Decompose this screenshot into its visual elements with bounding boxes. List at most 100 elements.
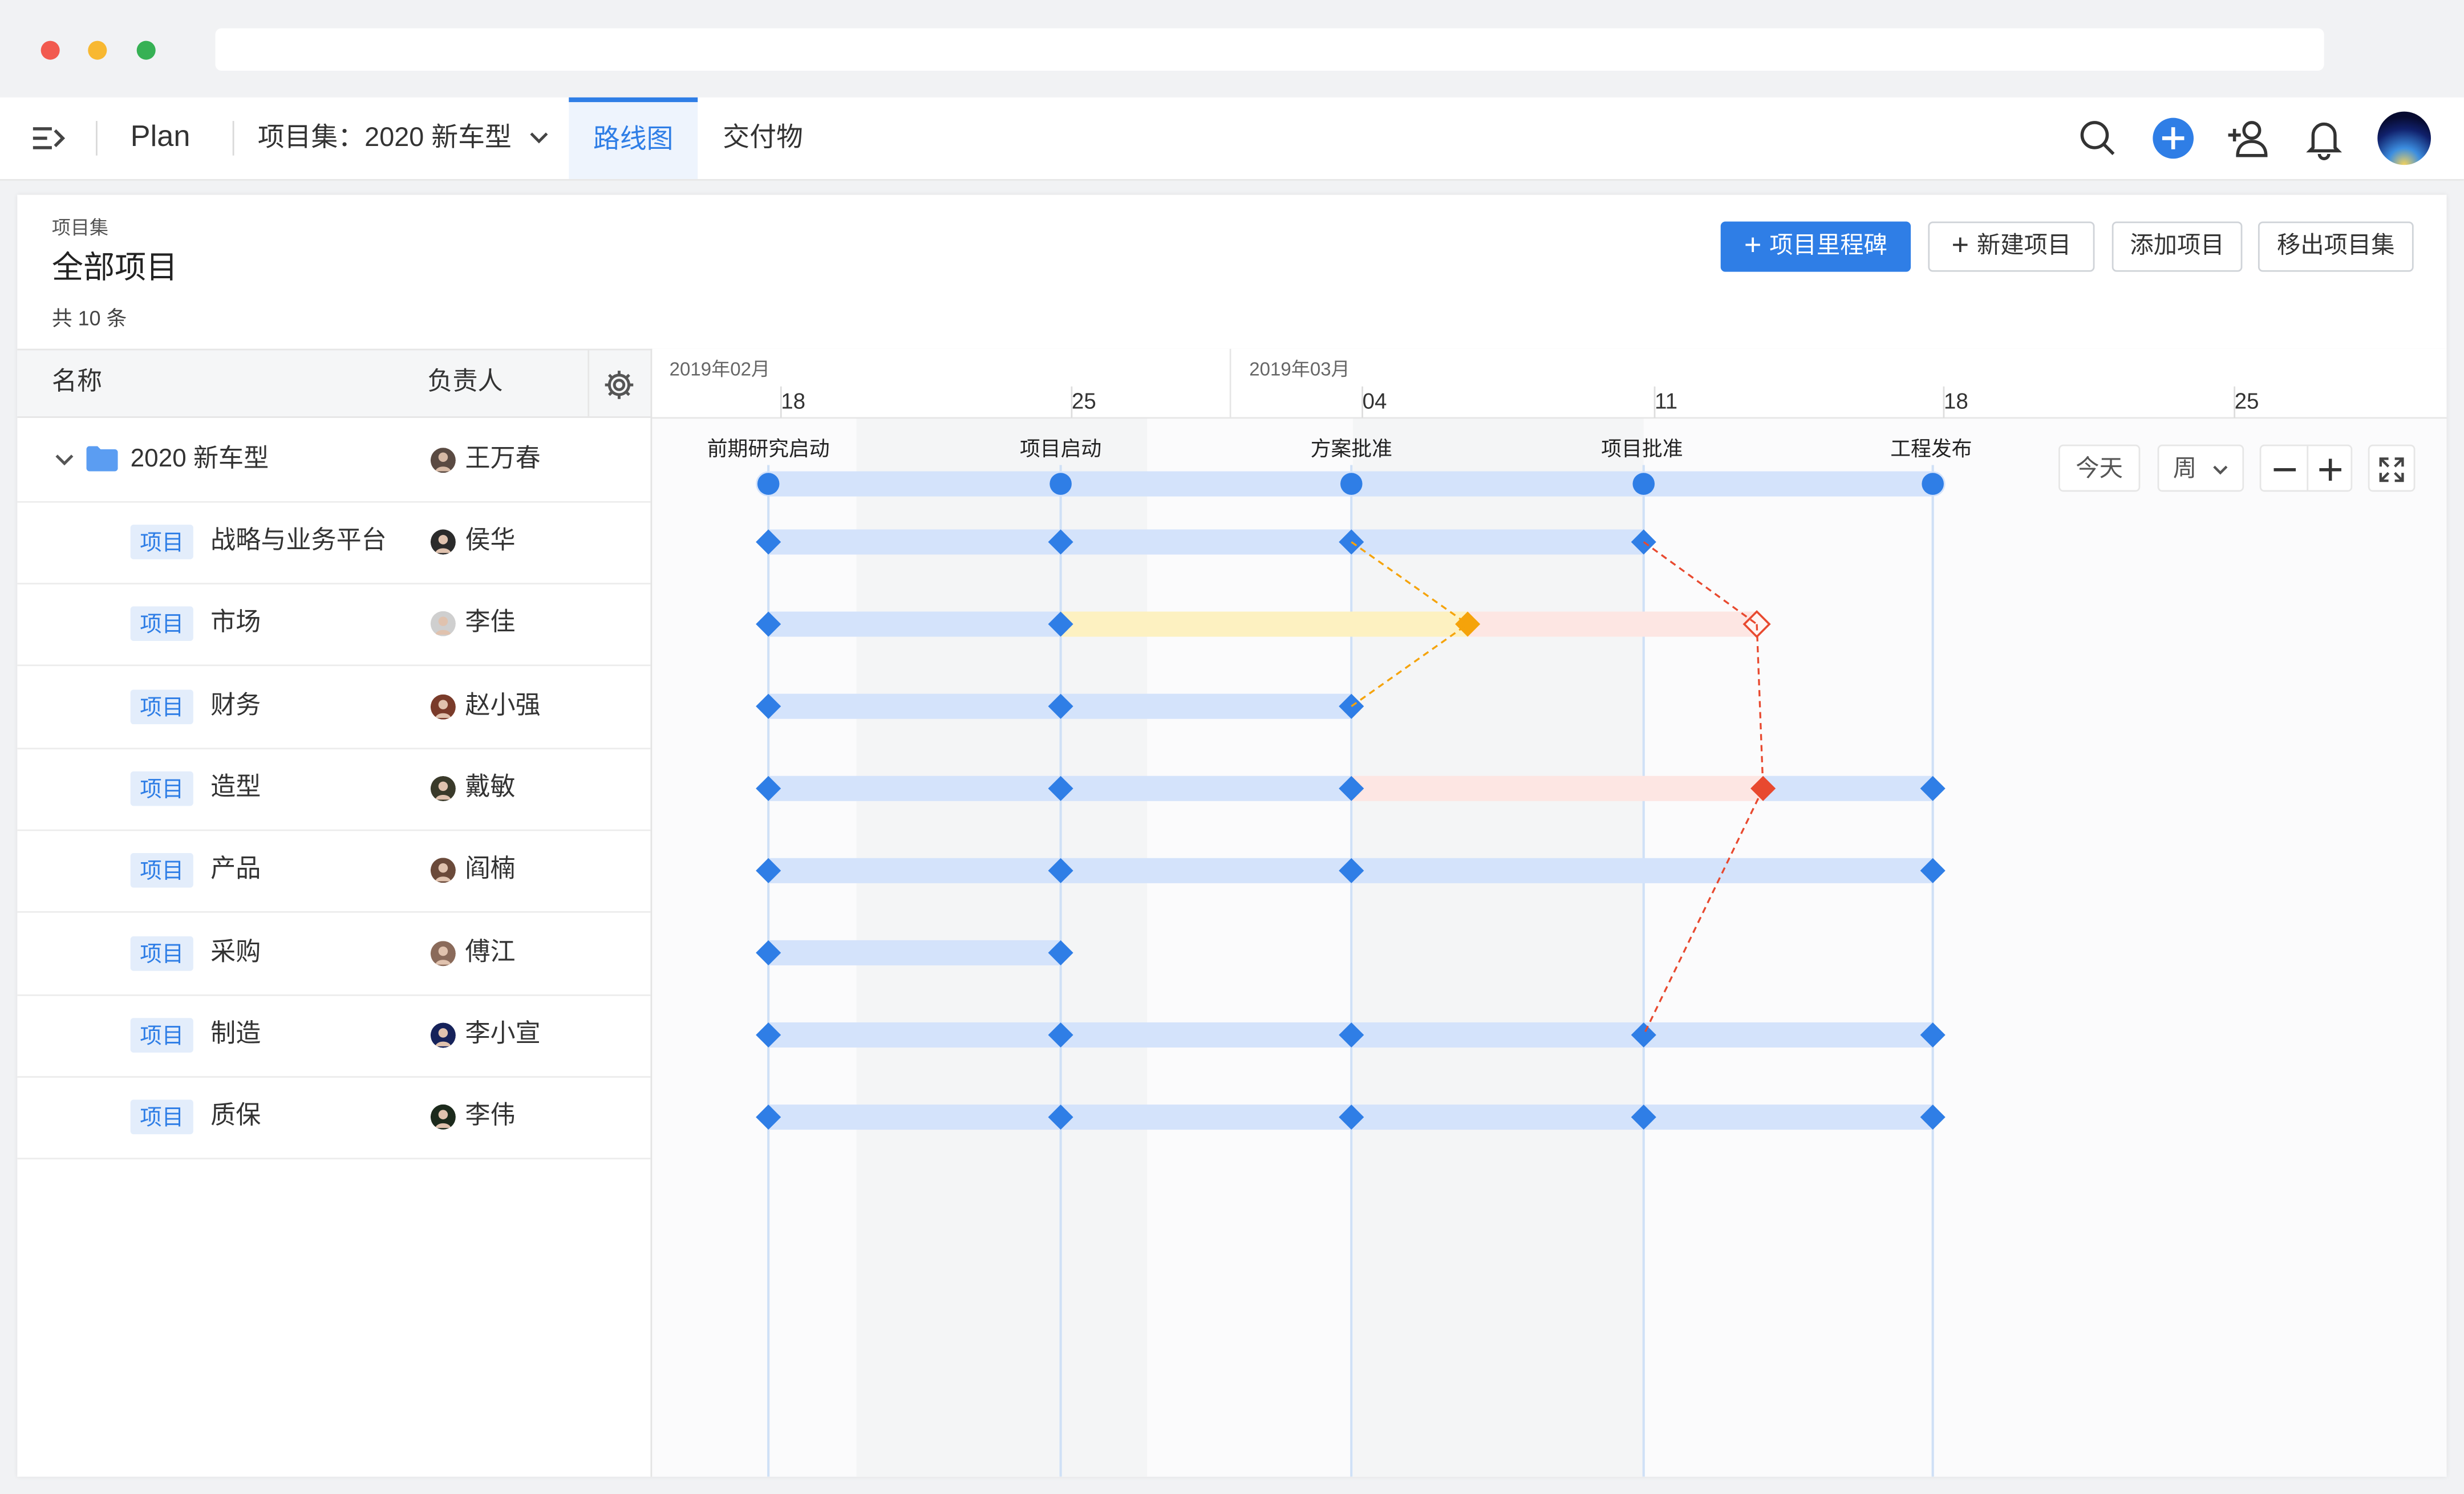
add-milestone-button[interactable]: + 项目里程碑 [1720,221,1911,272]
group-milestone [1049,473,1072,495]
avatar [430,448,456,473]
close-dot[interactable] [40,40,60,60]
add-user-icon[interactable] [2223,115,2271,162]
weekend-band [1353,417,1644,1477]
project-name: 采购 [210,939,261,965]
user-avatar[interactable] [2376,110,2433,167]
table-row[interactable]: 项目 制造 李小宣 [17,994,651,1078]
tab-roadmap[interactable]: 路线图 [569,97,698,180]
project-set-label: 项目集：2020 新车型 [257,122,512,153]
column-header-name[interactable]: 名称 [52,349,102,418]
project-owner: 李伟 [465,1103,516,1130]
record-count: 共 10 条 [51,306,127,330]
project-tag: 项目 [130,771,193,806]
group-milestone [757,473,780,495]
browser-chrome [0,0,2464,98]
project-owner: 李佳 [465,610,516,637]
project-name: 产品 [210,856,261,883]
gear-icon[interactable] [602,368,637,403]
project-name: 战略与业务平台 [210,527,387,555]
address-bar[interactable] [215,28,2324,71]
project-owner: 赵小强 [465,692,541,719]
search-icon[interactable] [2074,115,2122,162]
project-tag: 项目 [130,1017,193,1053]
new-project-button[interactable]: + 新建项目 [1928,221,2095,272]
remove-from-set-button[interactable]: 移出项目集 [2258,221,2414,272]
scale-select[interactable]: 周 [2157,444,2244,492]
task-bar [768,611,1061,637]
add-icon[interactable] [2150,115,2197,162]
avatar [430,611,456,637]
project-tag: 项目 [130,1099,193,1135]
project-owner: 李小宣 [465,1021,541,1048]
group-row[interactable]: 2020 新车型 王万春 [17,420,651,503]
chevron-down-icon [2213,465,2228,475]
zoom-out-icon[interactable] [2272,457,2297,482]
task-bar [1763,776,1933,801]
group-name: 2020 新车型 [130,446,269,473]
add-project-button[interactable]: 添加项目 [2112,221,2243,272]
project-owner: 阎楠 [465,856,516,883]
column-header-owner[interactable]: 负责人 [427,349,502,418]
milestone-label: 项目批准 [1601,436,1683,461]
table-row[interactable]: 项目 采购 傅江 [17,912,651,996]
tab-deliverables[interactable]: 交付物 [723,98,803,179]
zoom-in-icon[interactable] [2318,457,2343,482]
milestone-label: 项目启动 [1019,436,1102,461]
fullscreen-icon [2379,457,2404,482]
maximize-dot[interactable] [136,40,156,60]
plus-icon: + [1951,229,1969,263]
month-label: 2019年03月 [1249,358,1350,380]
today-button[interactable]: 今天 [2058,444,2141,492]
app-name[interactable]: Plan [131,98,191,179]
menu-toggle-icon[interactable] [31,124,66,153]
task-bar [1351,776,1764,801]
page-title: 全部项目 [51,251,178,286]
table-row[interactable]: 项目 造型 戴敏 [17,748,651,831]
fullscreen-button[interactable] [2368,444,2416,492]
group-owner: 王万春 [465,446,541,473]
avatar [430,776,456,801]
avatar [430,1105,456,1130]
project-owner: 傅江 [465,939,516,965]
project-tag: 项目 [130,525,193,559]
page-eyebrow: 项目集 [51,217,109,239]
day-label: 25 [2234,388,2259,413]
table-row[interactable]: 项目 战略与业务平台 侯华 [17,501,651,584]
left-header-bg [17,348,651,418]
project-tag: 项目 [130,689,193,724]
project-name: 质保 [210,1103,261,1130]
minimize-dot[interactable] [88,40,107,60]
project-tag: 项目 [130,607,193,642]
app-header: Plan 项目集：2020 新车型 路线图 交付物 [0,97,2464,181]
project-name: 市场 [210,610,261,637]
chevron-down-icon [530,132,549,144]
table-row[interactable]: 项目 财务 赵小强 [17,665,651,749]
new-project-label: 新建项目 [1976,232,2072,259]
timeline-header-bg [652,348,2447,418]
project-name: 制造 [210,1021,261,1048]
task-bar [768,940,1061,965]
project-owner: 侯华 [465,527,516,555]
folder-icon [86,446,118,472]
chevron-down-icon[interactable] [55,452,74,468]
project-set-selector[interactable]: 项目集：2020 新车型 [258,98,550,179]
group-milestone [1340,473,1363,495]
day-label: 04 [1362,388,1387,413]
zoom-group [2259,444,2353,492]
milestone-label: 工程发布 [1890,436,1972,461]
table-row[interactable]: 项目 市场 李佳 [17,583,651,667]
project-name: 造型 [210,774,261,801]
group-milestone [1632,473,1655,495]
day-label: 18 [781,388,806,413]
table-row[interactable]: 项目 质保 李伟 [17,1076,651,1160]
add-milestone-label: 项目里程碑 [1769,232,1887,259]
project-name: 财务 [210,692,261,719]
table-row[interactable]: 项目 产品 阎楠 [17,830,651,914]
plus-icon: + [1744,229,1762,263]
task-bar [1060,611,1468,637]
task-bar [1468,611,1757,637]
scale-value: 周 [2173,455,2197,482]
day-label: 25 [1071,388,1096,413]
bell-icon[interactable] [2300,115,2348,162]
